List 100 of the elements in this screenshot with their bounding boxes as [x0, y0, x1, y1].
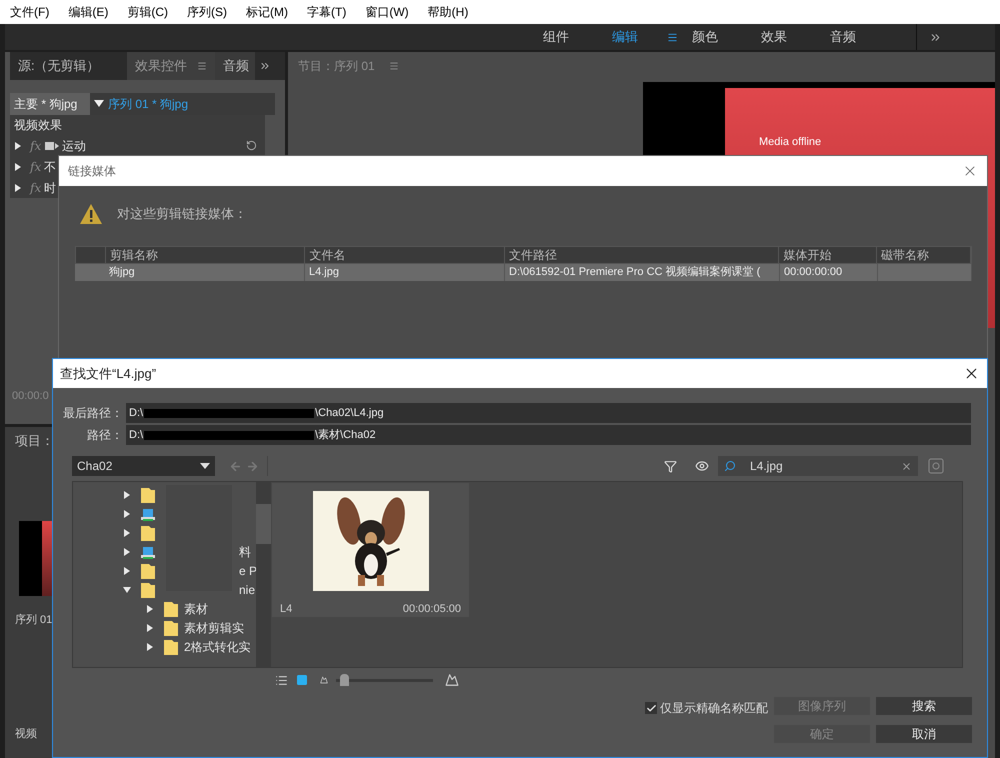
large-thumb-icon [445, 673, 459, 687]
item-name: 序列 01 [15, 612, 52, 628]
expand-arrow-icon[interactable] [146, 604, 154, 612]
folder-icon [141, 486, 155, 502]
path-field: D:\ \Cha02\L4.jpg [126, 403, 971, 423]
folder-name[interactable]: nie [239, 580, 256, 598]
dialog-title: 查找文件“L4.jpg” [60, 364, 156, 383]
menu-item[interactable]: 帮助(H) [428, 3, 468, 21]
effect-name[interactable]: 时 [44, 178, 56, 196]
column-header[interactable]: 文件名 [309, 246, 346, 264]
folder-icon [164, 638, 178, 654]
menu-item[interactable]: 字幕(T) [307, 3, 346, 21]
small-thumb-icon [320, 676, 328, 684]
motion-icon [45, 140, 60, 150]
folder-icon [164, 600, 178, 616]
sequence-clip-link[interactable]: 序列 01 * 狗jpg [108, 95, 188, 113]
fx-label: fx [30, 158, 42, 176]
expand-arrow-icon[interactable] [123, 510, 131, 518]
eye-icon[interactable] [695, 459, 709, 473]
fx-label: fx [30, 180, 42, 196]
menu-icon[interactable] [197, 61, 207, 71]
dropdown-arrow-icon [200, 463, 210, 469]
track-label: 视频 [15, 727, 37, 742]
expand-arrow-icon[interactable] [123, 548, 131, 556]
column-header[interactable]: 媒体开始 [783, 246, 832, 264]
folder-name[interactable]: 素材 [184, 600, 208, 618]
menu-item[interactable]: 编辑(E) [68, 3, 108, 21]
folder-icon [141, 582, 155, 598]
search-field[interactable]: L4.jpg [718, 456, 918, 476]
table-cell-text: D:\061592-01 Premiere Pro CC 视频编辑案例课堂 ( [509, 264, 760, 280]
panel-title: 项目： [15, 432, 54, 450]
fx-label: fx [30, 138, 42, 154]
menu-icon[interactable] [388, 61, 399, 71]
menu-item[interactable]: 文件(F) [10, 3, 50, 21]
expand-arrow-icon[interactable] [14, 162, 22, 170]
workspace-tab[interactable]: 编辑 [612, 27, 681, 47]
folder-icon [141, 562, 155, 578]
table-row[interactable]: 狗jpg L4.jpg D:\061592-01 Premiere Pro CC 视频编辑案例课堂 ( 00:00:00:00 [75, 264, 972, 281]
duration: 00:00:05:00 [402, 602, 461, 617]
workspace-tab[interactable]: 音频 [830, 27, 899, 47]
column-header[interactable]: 文件路径 [509, 246, 558, 264]
overflow-icon[interactable] [259, 60, 271, 72]
reset-icon[interactable] [246, 140, 257, 151]
dialog-message: 对这些剪辑链接媒体： [117, 205, 247, 224]
menu-item[interactable]: 序列(S) [187, 3, 227, 21]
expand-arrow-icon[interactable] [123, 528, 131, 536]
expand-arrow-icon[interactable] [123, 490, 131, 498]
path-field: D:\ \素材\Cha02 [126, 425, 971, 445]
folder-name[interactable]: e P [239, 562, 256, 580]
list-view-icon[interactable] [275, 674, 288, 686]
menu-item[interactable]: 剪辑(C) [127, 3, 168, 21]
menu-icon[interactable] [667, 32, 678, 42]
expand-arrow-icon[interactable] [123, 566, 131, 574]
expand-arrow-icon[interactable] [14, 184, 22, 192]
expand-arrow-icon[interactable] [14, 142, 22, 150]
folder-name[interactable]: 料 [239, 542, 251, 560]
media-card[interactable]: L4 00:00:05:00 [272, 483, 469, 617]
path-label: 最后路径： [62, 405, 123, 422]
offline-message: Media offline [759, 136, 822, 148]
scrollbar[interactable] [256, 482, 271, 667]
checkbox[interactable] [645, 702, 657, 714]
effect-name[interactable]: 不 [44, 158, 56, 176]
slider-thumb[interactable] [340, 674, 350, 686]
dialog-title: 链接媒体 [68, 163, 116, 180]
icon-view-icon[interactable] [296, 674, 308, 686]
column-header[interactable]: 剪辑名称 [110, 246, 158, 264]
master-clip-label[interactable]: 主要 * 狗jpg [10, 93, 90, 115]
path-label: 路径： [86, 427, 123, 444]
folder-name[interactable]: 素材剪辑实 [184, 618, 244, 636]
folder-icon [164, 620, 178, 636]
zoom-slider[interactable] [336, 674, 433, 686]
location-dropdown[interactable]: Cha02 [72, 456, 215, 476]
workspace-tab[interactable]: 颜色 [692, 27, 761, 47]
warning-icon [79, 203, 103, 225]
menu-item[interactable]: 标记(M) [246, 3, 288, 21]
search-icon [724, 460, 736, 472]
expand-arrow-icon[interactable] [123, 586, 131, 594]
clear-icon[interactable] [901, 460, 912, 472]
dropdown-arrow-icon[interactable] [94, 100, 104, 108]
workspace-tab[interactable]: 组件 [543, 27, 612, 47]
expand-arrow-icon[interactable] [146, 624, 154, 632]
table-cell-text: L4.jpg [309, 265, 339, 280]
section-heading: 视频效果 [14, 117, 62, 134]
timecode: 00:00:0 [12, 390, 49, 402]
file-name: L4 [280, 602, 292, 617]
effect-name[interactable]: 运动 [62, 136, 86, 154]
expand-arrow-icon[interactable] [146, 642, 154, 650]
workspace-tab[interactable]: 效果 [761, 27, 830, 47]
folder-name[interactable]: 2格式转化实 [184, 638, 251, 656]
table-cell-text: 00:00:00:00 [784, 265, 842, 280]
column-header[interactable]: 磁带名称 [881, 246, 930, 264]
filter-icon[interactable] [664, 460, 677, 472]
dialog-button[interactable]: 取消 [876, 725, 972, 743]
folder-icon [141, 524, 155, 540]
panel-tab[interactable]: 音频 [215, 52, 255, 80]
menu-item[interactable]: 窗口(W) [365, 3, 409, 21]
dialog-button[interactable]: 搜索 [876, 697, 972, 715]
checkbox-label[interactable]: 仅显示精确名称匹配 [660, 699, 768, 717]
table-cell-text: 狗jpg [109, 265, 135, 280]
panel-tab[interactable]: 效果控件 [127, 52, 215, 80]
